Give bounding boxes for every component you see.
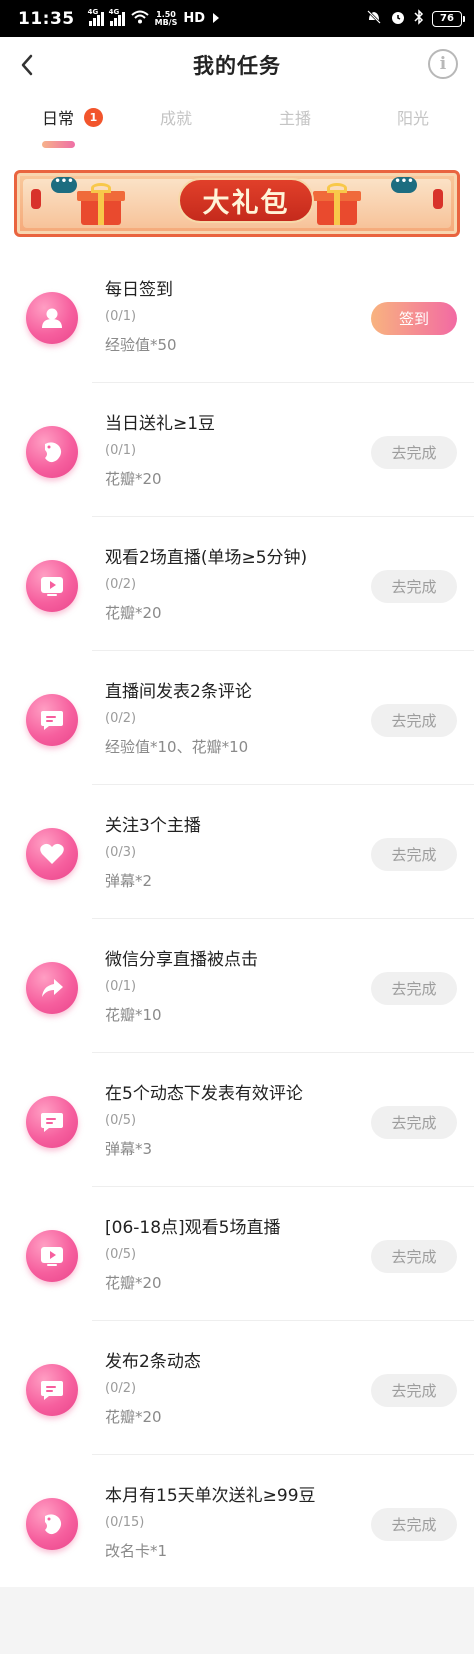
task-progress: (0/1) bbox=[105, 979, 137, 994]
video-play-icon bbox=[26, 1230, 78, 1282]
task-progress: (0/2) bbox=[105, 577, 137, 592]
task-progress: (0/5) bbox=[105, 1247, 137, 1262]
page-title: 我的任务 bbox=[193, 54, 281, 78]
task-item: 当日送礼≥1豆 (0/1) 花瓣*20 去完成 bbox=[0, 383, 474, 517]
chat-bubble-icon: ••• bbox=[51, 177, 77, 193]
task-progress: (0/15) bbox=[105, 1515, 145, 1530]
lantern-icon bbox=[31, 189, 41, 209]
net-speed-unit: MB/S bbox=[154, 17, 178, 27]
task-reward: 花瓣*10 bbox=[105, 1006, 162, 1024]
task-item: 本月有15天单次送礼≥99豆 (0/15) 改名卡*1 去完成 bbox=[0, 1455, 474, 1589]
task-title: 每日签到 bbox=[105, 280, 173, 300]
task-item: 发布2条动态 (0/2) 花瓣*20 去完成 bbox=[0, 1321, 474, 1455]
sign-in-button[interactable]: 签到 bbox=[371, 302, 457, 335]
bluetooth-icon bbox=[414, 8, 424, 29]
task-reward: 改名卡*1 bbox=[105, 1542, 168, 1560]
task-reward: 花瓣*20 bbox=[105, 1408, 162, 1426]
task-progress: (0/3) bbox=[105, 845, 137, 860]
go-complete-button[interactable]: 去完成 bbox=[371, 436, 457, 469]
task-reward: 花瓣*20 bbox=[105, 604, 162, 622]
tab-indicator bbox=[42, 141, 75, 148]
hd-indicator: HD bbox=[183, 11, 206, 26]
task-item: 每日签到 (0/1) 经验值*50 签到 bbox=[0, 249, 474, 383]
alarm-icon bbox=[390, 9, 406, 29]
comment-icon bbox=[26, 694, 78, 746]
chevron-left-icon bbox=[21, 54, 33, 76]
task-progress: (0/2) bbox=[105, 711, 137, 726]
task-title: 直播间发表2条评论 bbox=[105, 682, 252, 702]
task-item: 在5个动态下发表有效评论 (0/5) 弹幕*3 去完成 bbox=[0, 1053, 474, 1187]
comment-icon bbox=[26, 1096, 78, 1148]
go-complete-button[interactable]: 去完成 bbox=[371, 570, 457, 603]
gift-box-icon bbox=[77, 183, 125, 227]
bean-icon bbox=[26, 426, 78, 478]
battery-icon: 76 bbox=[432, 10, 465, 27]
signal-icon: 4G bbox=[88, 8, 104, 26]
task-item: 观看2场直播(单场≥5分钟) (0/2) 花瓣*20 去完成 bbox=[0, 517, 474, 651]
user-icon bbox=[26, 292, 78, 344]
gift-pack-banner[interactable]: ••• ••• 大礼包 bbox=[14, 170, 460, 237]
back-button[interactable] bbox=[16, 51, 38, 79]
tab-sunshine[interactable]: 阳光 bbox=[397, 105, 429, 129]
task-title: 微信分享直播被点击 bbox=[105, 950, 258, 970]
task-item: 微信分享直播被点击 (0/1) 花瓣*10 去完成 bbox=[0, 919, 474, 1053]
tab-achievement[interactable]: 成就 bbox=[160, 105, 192, 129]
go-complete-button[interactable]: 去完成 bbox=[371, 1106, 457, 1139]
task-progress: (0/1) bbox=[105, 443, 137, 458]
task-title: 当日送礼≥1豆 bbox=[105, 414, 216, 434]
signal-icon: 4G bbox=[109, 8, 125, 26]
go-complete-button[interactable]: 去完成 bbox=[371, 1374, 457, 1407]
bean-icon bbox=[26, 1498, 78, 1550]
task-reward: 弹幕*3 bbox=[105, 1140, 153, 1158]
go-complete-button[interactable]: 去完成 bbox=[371, 838, 457, 871]
task-reward: 经验值*10、花瓣*10 bbox=[105, 738, 249, 756]
go-complete-button[interactable]: 去完成 bbox=[371, 972, 457, 1005]
signal-tag: 4G bbox=[108, 7, 120, 16]
task-reward: 花瓣*20 bbox=[105, 470, 162, 488]
banner-title: 大礼包 bbox=[178, 178, 314, 223]
task-progress: (0/1) bbox=[105, 309, 137, 324]
task-title: 关注3个主播 bbox=[105, 816, 201, 836]
nav-header: 我的任务 i bbox=[0, 37, 474, 93]
task-reward: 花瓣*20 bbox=[105, 1274, 162, 1292]
task-item: [06-18点]观看5场直播 (0/5) 花瓣*20 去完成 bbox=[0, 1187, 474, 1321]
heart-icon bbox=[26, 828, 78, 880]
task-title: 本月有15天单次送礼≥99豆 bbox=[105, 1486, 316, 1506]
go-complete-button[interactable]: 去完成 bbox=[371, 1508, 457, 1541]
chat-bubble-icon: ••• bbox=[391, 177, 417, 193]
task-title: 观看2场直播(单场≥5分钟) bbox=[105, 548, 308, 568]
go-complete-button[interactable]: 去完成 bbox=[371, 704, 457, 737]
signal-tag: 4G bbox=[87, 7, 99, 16]
bottom-spacer bbox=[0, 1587, 474, 1654]
gift-box-icon bbox=[313, 183, 361, 227]
task-reward: 弹幕*2 bbox=[105, 872, 153, 890]
task-progress: (0/5) bbox=[105, 1113, 137, 1128]
tab-daily[interactable]: 日常 bbox=[42, 105, 74, 129]
lantern-icon bbox=[433, 189, 443, 209]
task-progress: (0/2) bbox=[105, 1381, 137, 1396]
info-button[interactable]: i bbox=[428, 49, 458, 79]
video-play-icon bbox=[26, 560, 78, 612]
status-bar: 11:35 4G 4G 1.50 MB/S HD 76 bbox=[0, 0, 474, 37]
task-reward: 经验值*50 bbox=[105, 336, 177, 354]
wifi-icon bbox=[130, 9, 149, 28]
task-title: 在5个动态下发表有效评论 bbox=[105, 1084, 303, 1104]
share-icon bbox=[26, 962, 78, 1014]
task-title: 发布2条动态 bbox=[105, 1352, 201, 1372]
tab-badge: 1 bbox=[84, 108, 103, 127]
task-item: 直播间发表2条评论 (0/2) 经验值*10、花瓣*10 去完成 bbox=[0, 651, 474, 785]
info-icon: i bbox=[439, 54, 447, 74]
tab-anchor[interactable]: 主播 bbox=[279, 105, 311, 129]
task-item: 关注3个主播 (0/3) 弹幕*2 去完成 bbox=[0, 785, 474, 919]
comment-icon bbox=[26, 1364, 78, 1416]
mute-icon bbox=[366, 9, 382, 29]
task-title: [06-18点]观看5场直播 bbox=[105, 1218, 281, 1238]
go-complete-button[interactable]: 去完成 bbox=[371, 1240, 457, 1273]
status-time: 11:35 bbox=[18, 8, 75, 29]
hd-voice-icon bbox=[211, 9, 221, 28]
net-speed: 1.50 MB/S bbox=[154, 10, 178, 27]
